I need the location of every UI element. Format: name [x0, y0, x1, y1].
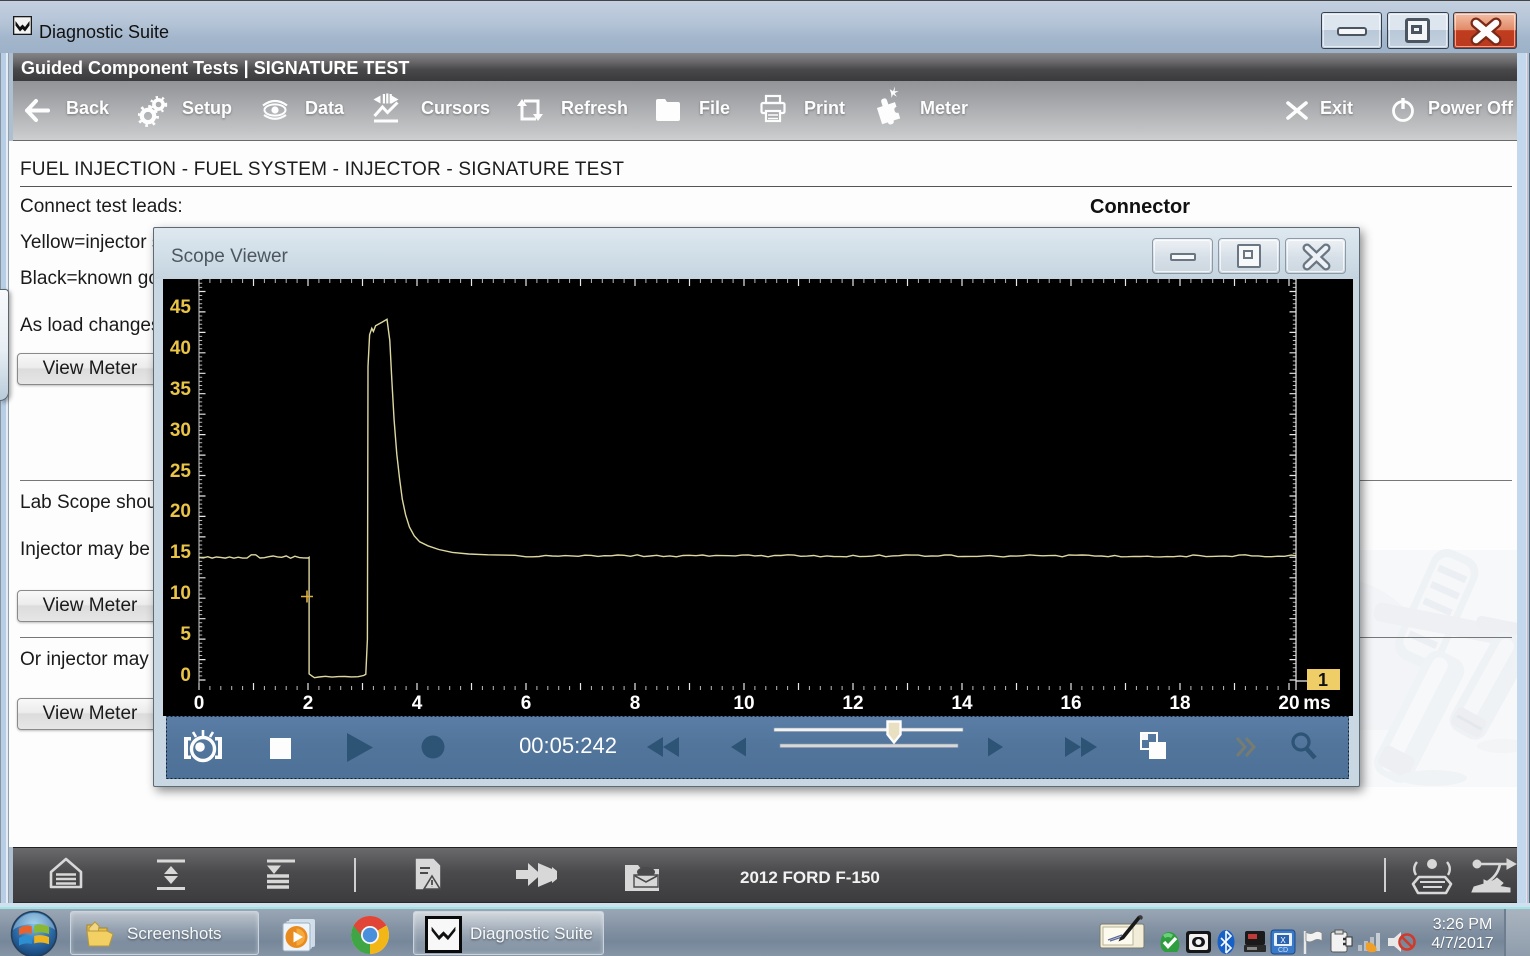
svg-text:X: X [1280, 936, 1286, 945]
svg-text:1: 1 [1318, 670, 1328, 690]
svg-text:CD: CD [1278, 947, 1288, 954]
